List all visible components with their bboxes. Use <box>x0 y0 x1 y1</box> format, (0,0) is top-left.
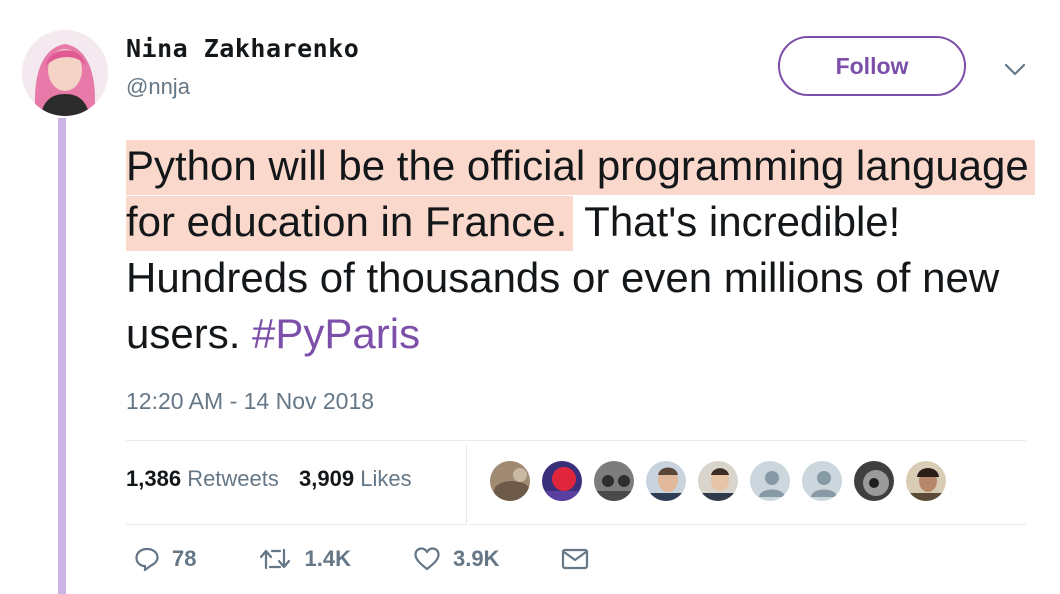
tweet-stats: 1,386 Retweets 3,909 Likes <box>126 466 412 492</box>
tweet-text: Python will be the official programming … <box>126 138 1046 362</box>
likes-stat[interactable]: 3,909 Likes <box>299 466 412 491</box>
retweet-count: 1.4K <box>304 546 351 571</box>
reply-icon <box>134 546 160 572</box>
retweets-stat[interactable]: 1,386 Retweets <box>126 466 279 491</box>
divider <box>470 524 1026 525</box>
likes-label: Likes <box>360 466 412 491</box>
author-handle[interactable]: @nnja <box>126 74 190 100</box>
envelope-icon <box>561 548 589 570</box>
default-avatar-icon[interactable] <box>800 459 844 503</box>
tweet-actions: 78 1.4K 3.9K <box>134 546 651 572</box>
thread-line <box>58 118 66 594</box>
like-count: 3.9K <box>452 546 500 571</box>
tweet-timestamp[interactable]: 12:20 AM - 14 Nov 2018 <box>126 388 374 415</box>
author-avatar[interactable] <box>22 30 108 116</box>
retweets-label: Retweets <box>187 466 279 491</box>
liked-by-avatars <box>488 459 948 503</box>
liker-avatar[interactable] <box>904 459 948 503</box>
liker-avatar[interactable] <box>852 459 896 503</box>
liker-avatar[interactable] <box>696 459 740 503</box>
liker-avatar[interactable] <box>592 459 636 503</box>
likes-count: 3,909 <box>299 466 355 491</box>
divider <box>126 524 466 525</box>
reply-count: 78 <box>172 546 197 571</box>
retweet-icon <box>258 546 292 572</box>
hashtag-link[interactable]: #PyParis <box>252 310 420 357</box>
retweet-button[interactable]: 1.4K <box>258 546 351 572</box>
liker-avatar[interactable] <box>644 459 688 503</box>
retweets-count: 1,386 <box>126 466 182 491</box>
author-name[interactable]: Nina Zakharenko <box>126 34 359 63</box>
divider <box>466 445 467 525</box>
like-button[interactable]: 3.9K <box>413 546 499 572</box>
direct-message-button[interactable] <box>561 548 589 570</box>
default-avatar-icon[interactable] <box>748 459 792 503</box>
liker-avatar[interactable] <box>540 459 584 503</box>
heart-icon <box>413 546 441 572</box>
reply-button[interactable]: 78 <box>134 546 196 572</box>
follow-button[interactable]: Follow <box>778 36 966 96</box>
chevron-down-icon[interactable] <box>1000 58 1030 82</box>
divider <box>126 440 1026 441</box>
liker-avatar[interactable] <box>488 459 532 503</box>
